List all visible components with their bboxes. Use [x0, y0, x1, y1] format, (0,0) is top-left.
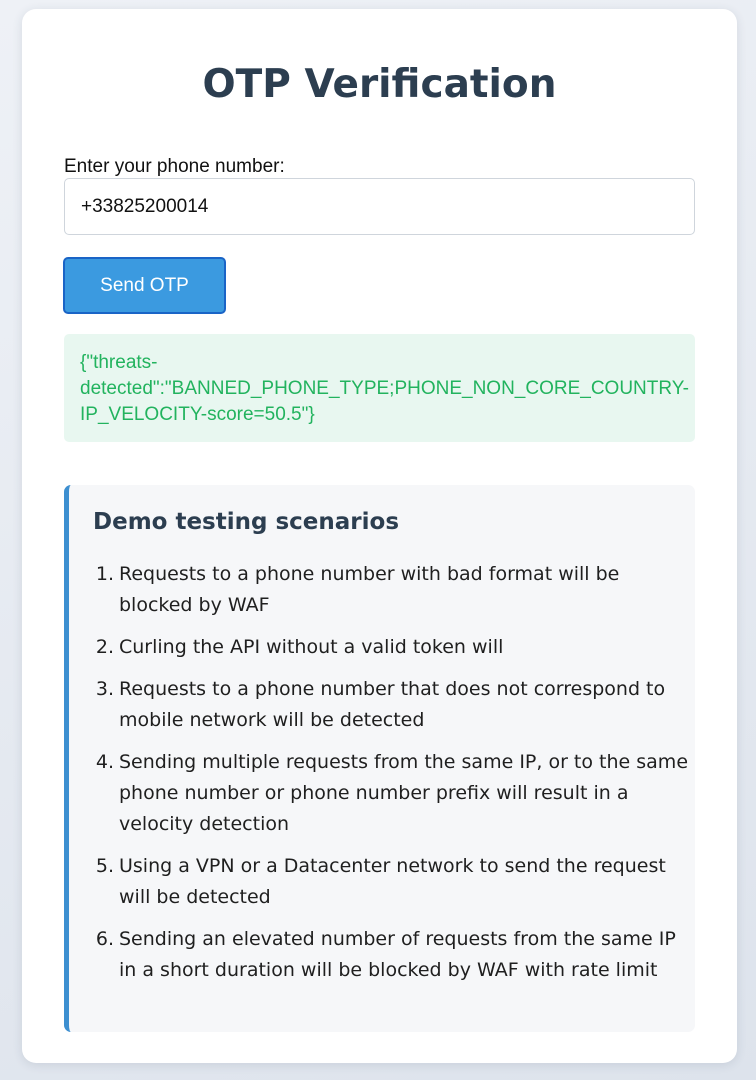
scenario-item: 1. Requests to a phone number with bad f…	[69, 559, 689, 621]
scenario-item: 2. Curling the API without a valid token…	[69, 632, 689, 663]
result-message-box: {"threats- detected":"BANNED_PHONE_TYPE;…	[64, 334, 695, 442]
scenario-number: 5.	[95, 855, 114, 877]
scenario-text: Sending multiple requests from the same …	[119, 751, 689, 835]
scenario-text: Curling the API without a valid token wi…	[119, 636, 504, 658]
scenario-text: Sending an elevated number of requests f…	[119, 928, 676, 981]
scenario-number: 2.	[95, 636, 114, 658]
scenario-number: 4.	[95, 751, 114, 773]
send-otp-button[interactable]: Send OTP	[63, 257, 226, 314]
scenario-text: Requests to a phone number with bad form…	[119, 563, 620, 616]
scenario-text: Requests to a phone number that does not…	[119, 678, 666, 731]
scenario-number: 1.	[95, 563, 114, 585]
scenario-item: 6. Sending an elevated number of request…	[69, 924, 689, 986]
scenario-number: 3.	[95, 678, 114, 700]
scenario-item: 5. Using a VPN or a Datacenter network t…	[69, 851, 689, 913]
scenario-list: 1. Requests to a phone number with bad f…	[69, 559, 689, 997]
scenario-text: Using a VPN or a Datacenter network to s…	[119, 855, 666, 908]
scenario-number: 6.	[95, 928, 114, 950]
scenario-item: 4. Sending multiple requests from the sa…	[69, 747, 689, 840]
page-title: OTP Verification	[202, 62, 557, 107]
otp-card: OTP Verification Enter your phone number…	[22, 9, 737, 1063]
phone-label: Enter your phone number:	[64, 156, 285, 177]
scenario-item: 3. Requests to a phone number that does …	[69, 674, 689, 736]
phone-input[interactable]	[64, 178, 695, 235]
scenarios-title: Demo testing scenarios	[93, 509, 400, 535]
result-message: {"threats- detected":"BANNED_PHONE_TYPE;…	[80, 352, 690, 425]
demo-scenarios-panel: Demo testing scenarios 1. Requests to a …	[64, 485, 695, 1032]
